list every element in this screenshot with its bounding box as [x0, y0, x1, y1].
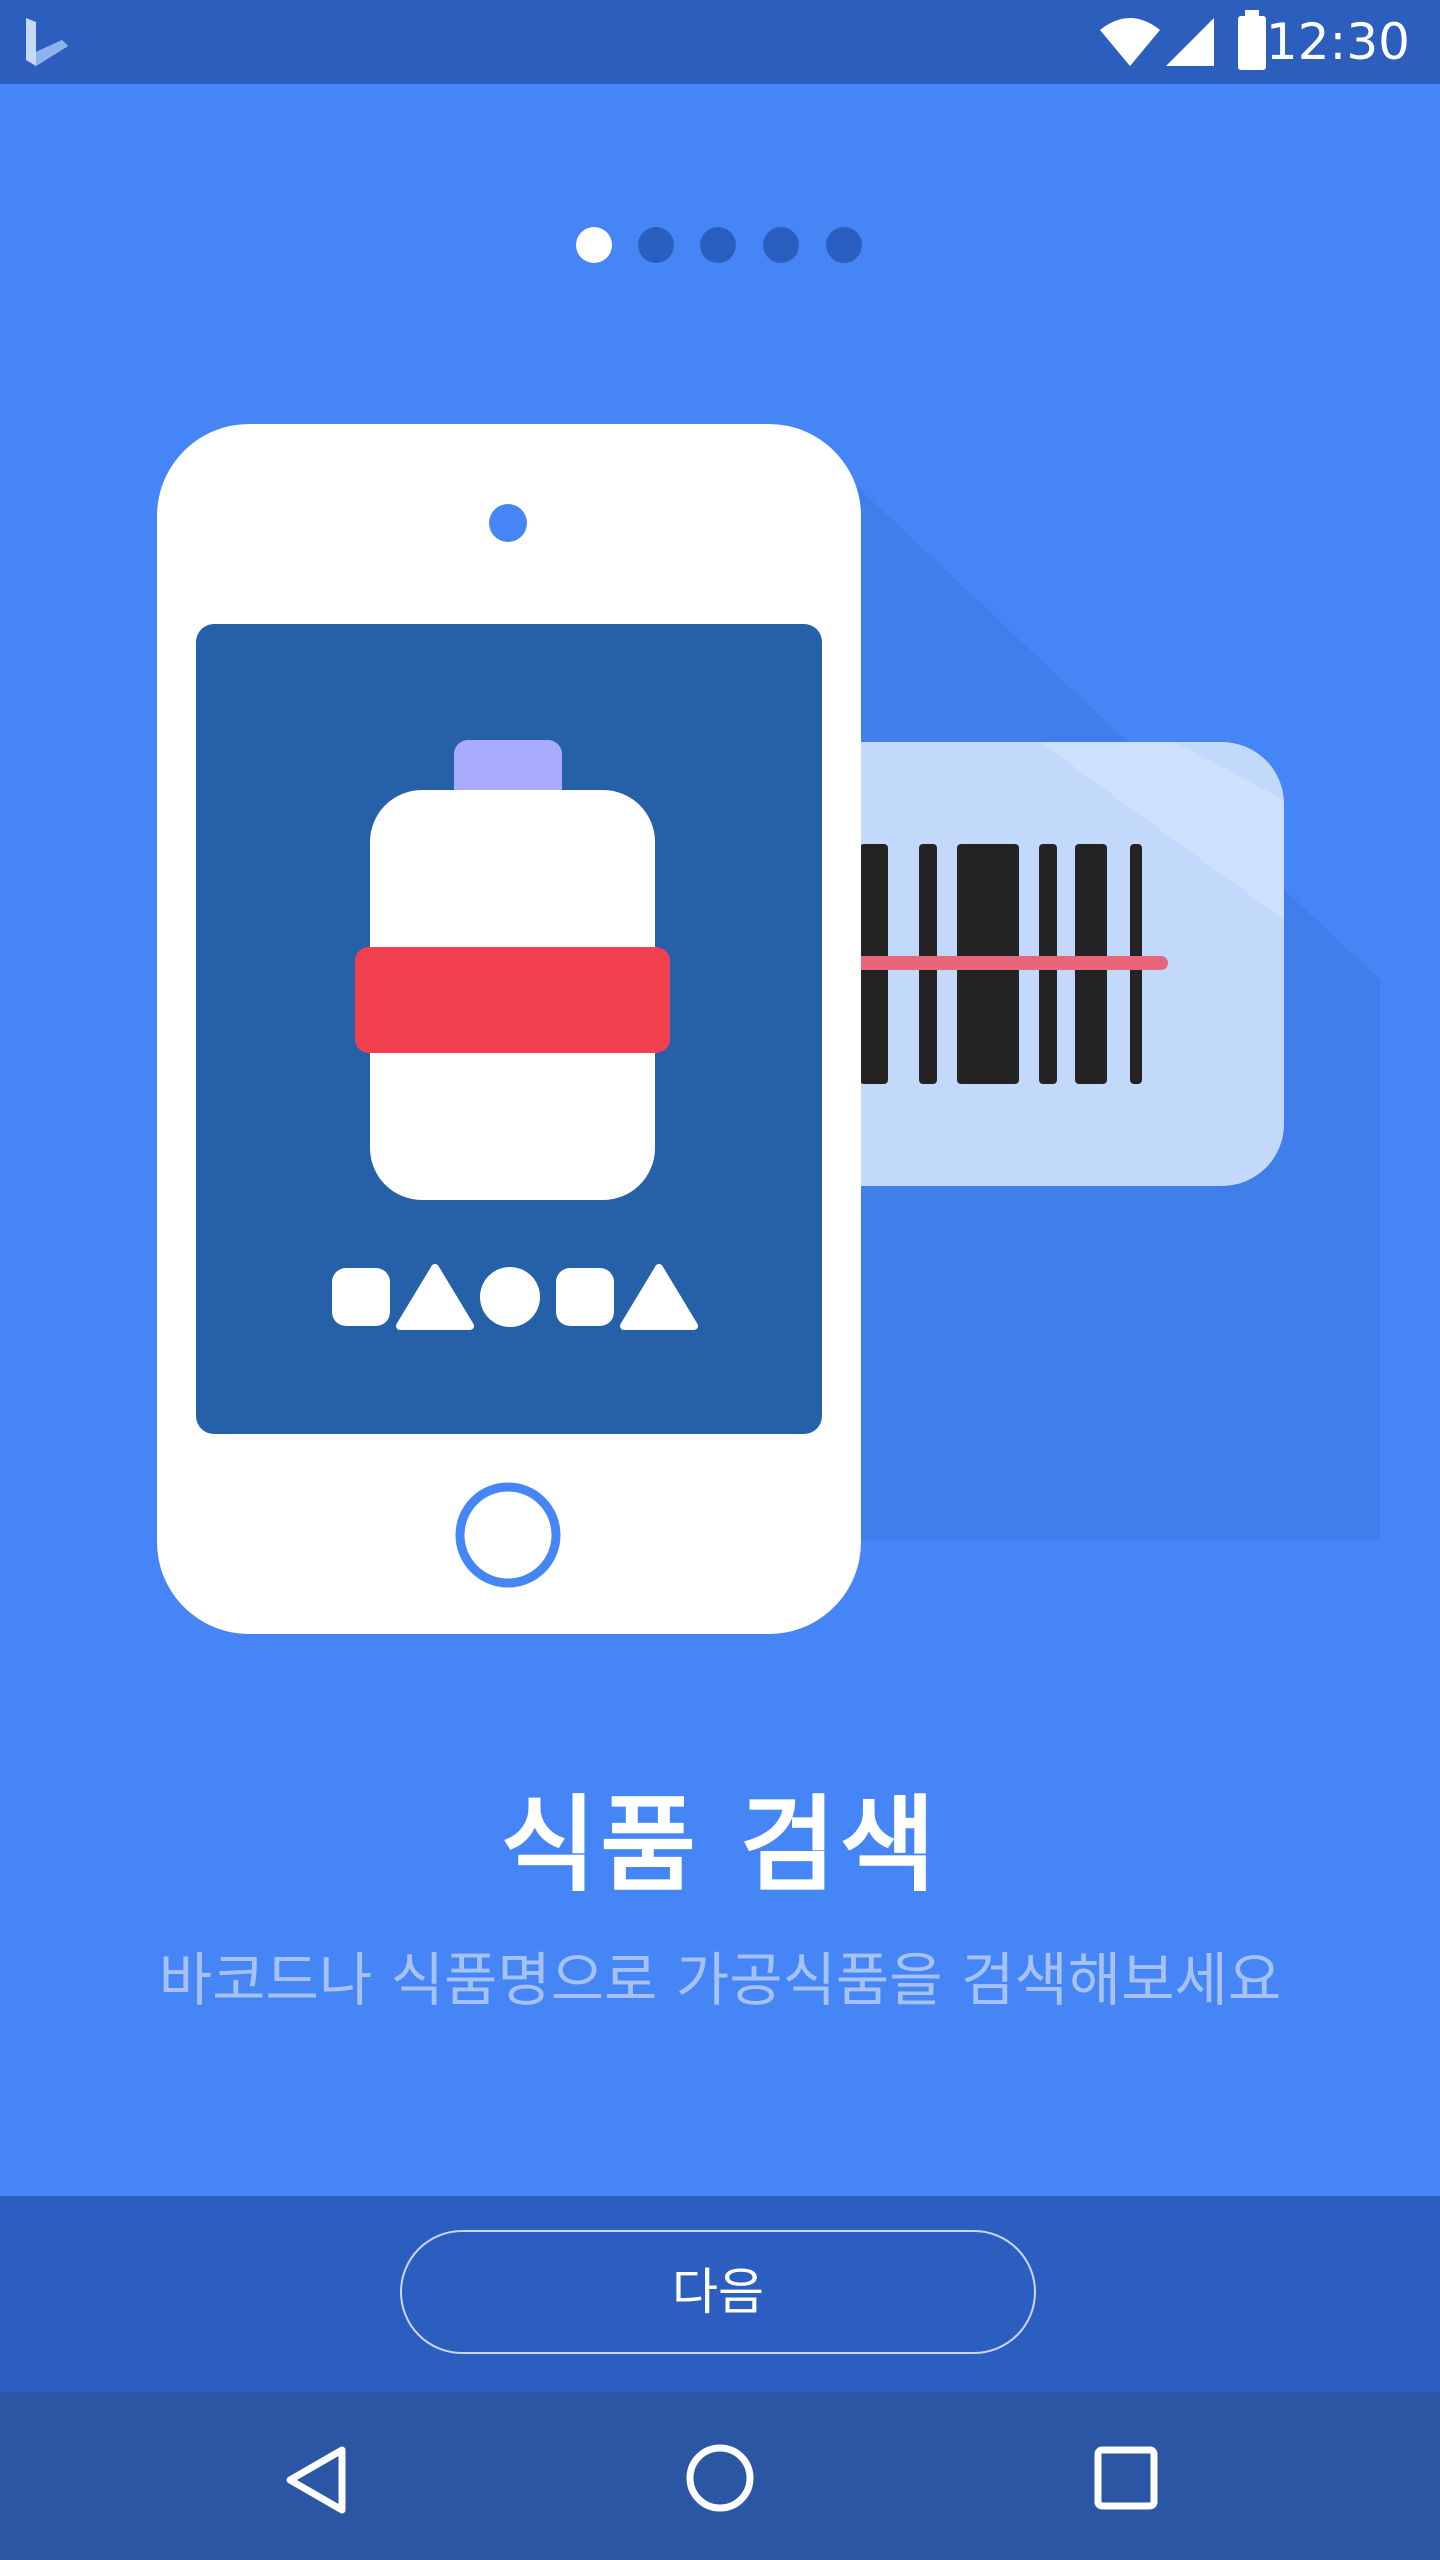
page-dot-2[interactable]	[638, 227, 674, 263]
page-dot-4[interactable]	[763, 227, 799, 263]
status-time: 12:30	[1265, 13, 1410, 71]
next-button[interactable]: 다음	[400, 2230, 1036, 2354]
signal-icon	[1166, 18, 1214, 66]
page-dot-5[interactable]	[826, 227, 862, 263]
barcode-scan-illustration	[157, 424, 1380, 1634]
recents-icon[interactable]	[1090, 2442, 1162, 2514]
home-icon[interactable]	[684, 2442, 756, 2514]
product-label	[355, 947, 670, 1053]
status-bar: 12:30	[0, 0, 1440, 84]
page-dot-1[interactable]	[576, 227, 612, 263]
page-dot-3[interactable]	[700, 227, 736, 263]
page-subtitle: 바코드나 식품명으로 가공식품을 검색해보세요	[158, 1946, 1282, 2014]
wifi-icon	[1100, 18, 1160, 66]
back-icon[interactable]	[280, 2444, 352, 2516]
battery-icon	[1238, 10, 1266, 70]
page-title: 식품 검색	[500, 1784, 940, 1906]
bing-logo-icon	[26, 18, 68, 66]
navigation-bar	[0, 2392, 1440, 2560]
phone-camera	[489, 504, 527, 542]
phone-home-button	[455, 1482, 561, 1588]
